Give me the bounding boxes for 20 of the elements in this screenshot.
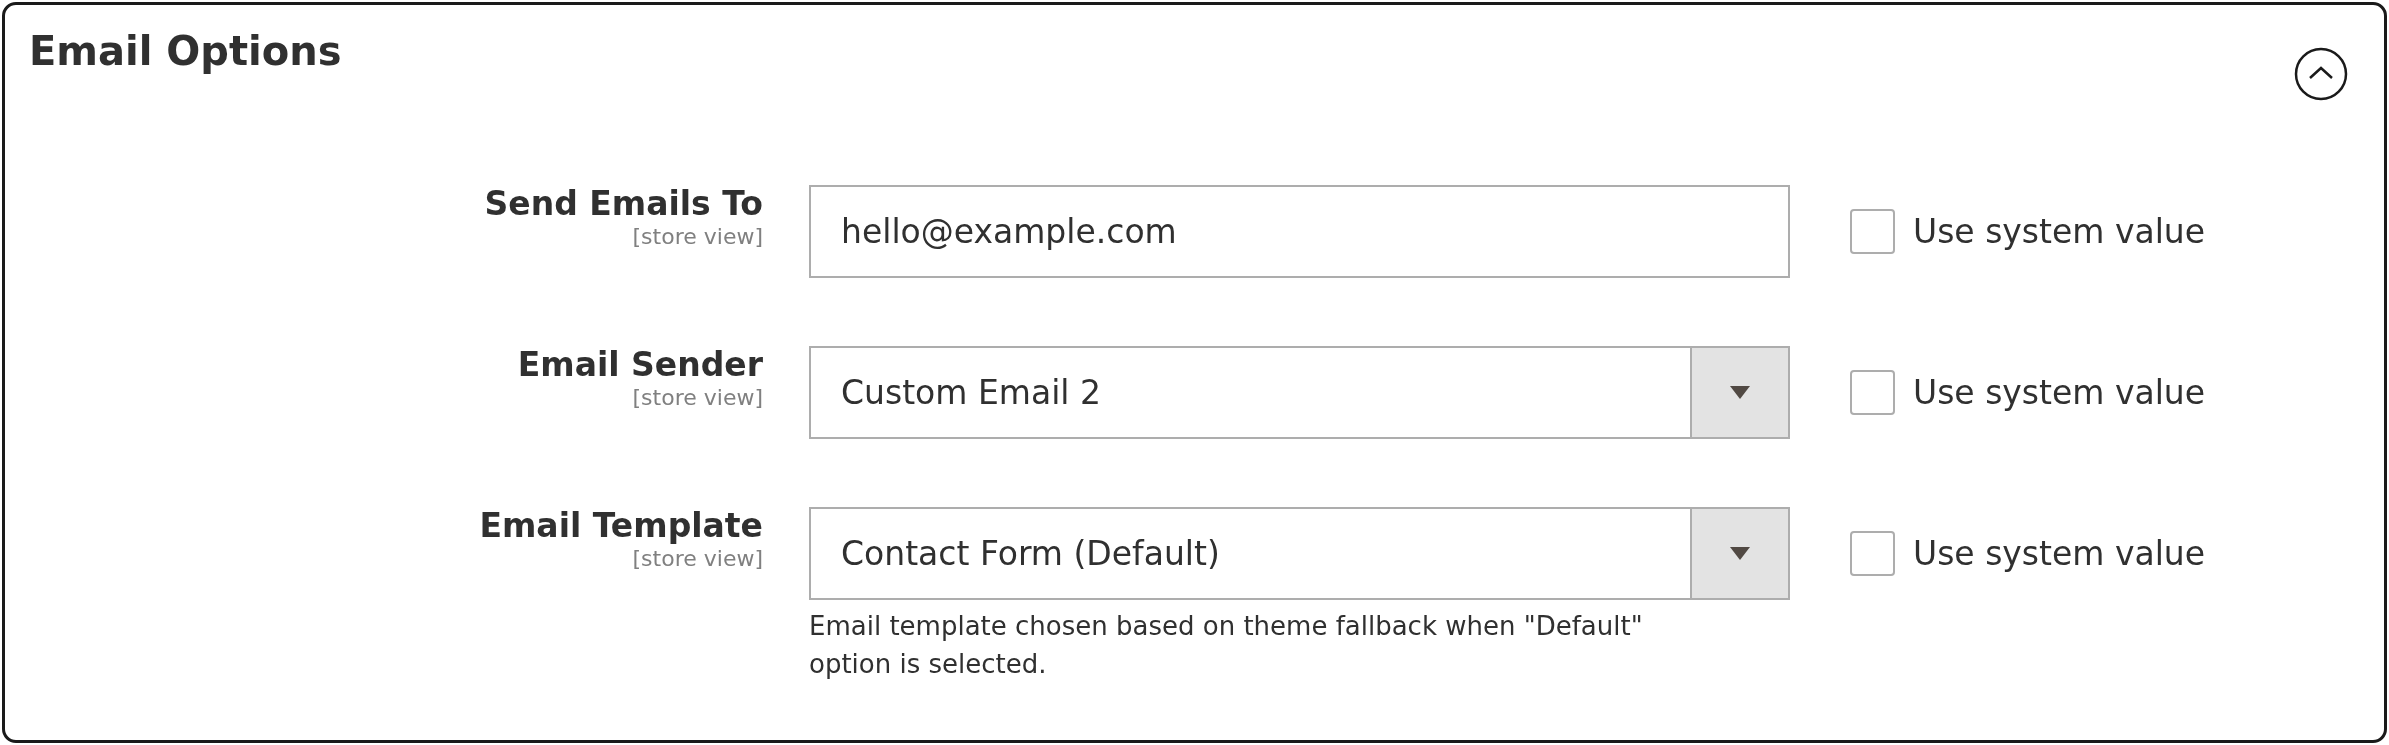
field-note: Email template chosen based on theme fallback when "Default" option is selected.: [809, 610, 1644, 681]
checkbox-label: Use system value: [1913, 371, 2206, 414]
field-label: Email Template: [479, 507, 763, 545]
checkbox[interactable]: [1850, 370, 1895, 415]
field-label: Email Sender: [517, 346, 763, 384]
collapse-icon[interactable]: [2294, 47, 2348, 101]
checkbox[interactable]: [1850, 209, 1895, 254]
checkbox-label: Use system value: [1913, 210, 2206, 253]
section-title: Email Options: [29, 27, 342, 75]
scope-label: [store view]: [632, 222, 763, 251]
scope-label: [store view]: [632, 544, 763, 573]
caret-icon: [1730, 547, 1750, 560]
dropdown[interactable]: Custom Email 2: [809, 346, 1790, 439]
caret-icon: [1730, 386, 1750, 399]
checkbox[interactable]: [1850, 531, 1895, 576]
checkbox-label: Use system value: [1913, 532, 2206, 575]
dropdown[interactable]: Contact Form (Default): [809, 507, 1790, 600]
field-label: Send Emails To: [484, 185, 763, 223]
scope-label: [store view]: [632, 383, 763, 412]
email-field[interactable]: hello@example.com: [809, 185, 1790, 278]
